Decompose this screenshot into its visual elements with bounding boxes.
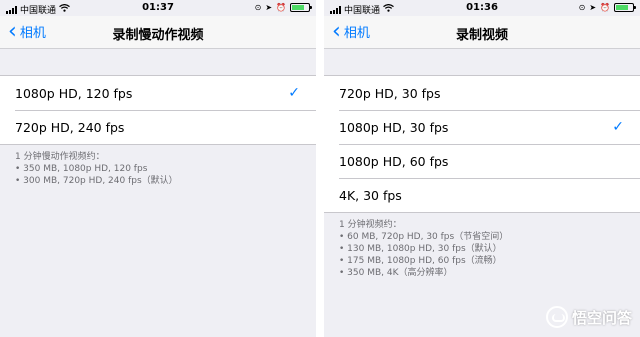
back-button[interactable]: ‹ 相机 — [8, 18, 46, 44]
navigation-bar: ‹ 相机 录制慢动作视频 — [0, 16, 316, 49]
option-label: 1080p HD, 30 fps — [339, 119, 449, 135]
footnote-line: • 350 MB, 4K（高分辨率） — [339, 268, 453, 278]
watermark: 悟空问答 — [545, 306, 632, 328]
status-bar: 中国联通 01:37 ⊙ ➤ ⏰ — [0, 0, 316, 16]
option-label: 720p HD, 30 fps — [339, 85, 441, 101]
option-label: 4K, 30 fps — [339, 187, 402, 203]
footnote-heading: 1 分钟视频约： — [339, 220, 402, 230]
format-option-720p-30[interactable]: 720p HD, 30 fps — [324, 76, 640, 110]
chevron-left-icon: ‹ — [8, 18, 17, 44]
alarm-clock-icon: ⏰ — [276, 3, 286, 12]
footnote-line: • 300 MB, 720p HD, 240 fps（默认） — [15, 176, 178, 186]
navigation-bar: ‹ 相机 录制视频 — [324, 16, 640, 49]
watermark-text: 悟空问答 — [571, 308, 632, 327]
alarm-clock-icon: ⏰ — [600, 3, 610, 12]
wukong-logo-icon — [545, 306, 568, 328]
option-label: 720p HD, 240 fps — [15, 119, 125, 135]
status-bar: 中国联通 01:36 ⊙ ➤ ⏰ — [324, 0, 640, 16]
page-title: 录制慢动作视频 — [112, 28, 204, 43]
rotation-lock-icon: ⊙ — [254, 3, 262, 12]
format-option-1080p-120[interactable]: 1080p HD, 120 fps ✓ — [0, 76, 316, 110]
footnote-line: • 60 MB, 720p HD, 30 fps（节省空间） — [339, 232, 509, 242]
location-arrow-icon: ➤ — [589, 3, 597, 12]
location-arrow-icon: ➤ — [265, 3, 273, 12]
format-option-1080p-30[interactable]: 1080p HD, 30 fps ✓ — [324, 110, 640, 144]
format-option-720p-240[interactable]: 720p HD, 240 fps — [0, 110, 316, 144]
page-title: 录制视频 — [455, 28, 508, 43]
checkmark-icon: ✓ — [612, 119, 624, 135]
format-options-list: 720p HD, 30 fps 1080p HD, 30 fps ✓ 1080p… — [324, 75, 640, 213]
slow-motion-settings-screen: 中国联通 01:37 ⊙ ➤ ⏰ ‹ 相机 录制慢动作视频 1080p HD, … — [0, 0, 316, 337]
format-option-1080p-60[interactable]: 1080p HD, 60 fps — [324, 144, 640, 178]
format-option-4k-30[interactable]: 4K, 30 fps — [324, 178, 640, 212]
battery-icon — [614, 3, 636, 12]
footnote-heading: 1 分钟慢动作视频约： — [15, 152, 105, 162]
option-label: 1080p HD, 60 fps — [339, 153, 449, 169]
battery-icon — [290, 3, 312, 12]
checkmark-icon: ✓ — [288, 85, 300, 101]
video-settings-screen: 中国联通 01:36 ⊙ ➤ ⏰ ‹ 相机 录制视频 720p HD, 30 f… — [324, 0, 640, 337]
storage-footnote: 1 分钟慢动作视频约： • 350 MB, 1080p HD, 120 fps … — [15, 151, 306, 187]
back-label: 相机 — [19, 26, 46, 41]
back-label: 相机 — [343, 26, 370, 41]
back-button[interactable]: ‹ 相机 — [332, 18, 370, 44]
footnote-line: • 130 MB, 1080p HD, 30 fps（默认） — [339, 244, 502, 254]
storage-footnote: 1 分钟视频约： • 60 MB, 720p HD, 30 fps（节省空间） … — [339, 219, 630, 279]
footnote-line: • 175 MB, 1080p HD, 60 fps（流畅） — [339, 256, 502, 266]
format-options-list: 1080p HD, 120 fps ✓ 720p HD, 240 fps — [0, 75, 316, 145]
chevron-left-icon: ‹ — [332, 18, 341, 44]
option-label: 1080p HD, 120 fps — [15, 85, 133, 101]
footnote-line: • 350 MB, 1080p HD, 120 fps — [15, 164, 148, 174]
rotation-lock-icon: ⊙ — [578, 3, 586, 12]
